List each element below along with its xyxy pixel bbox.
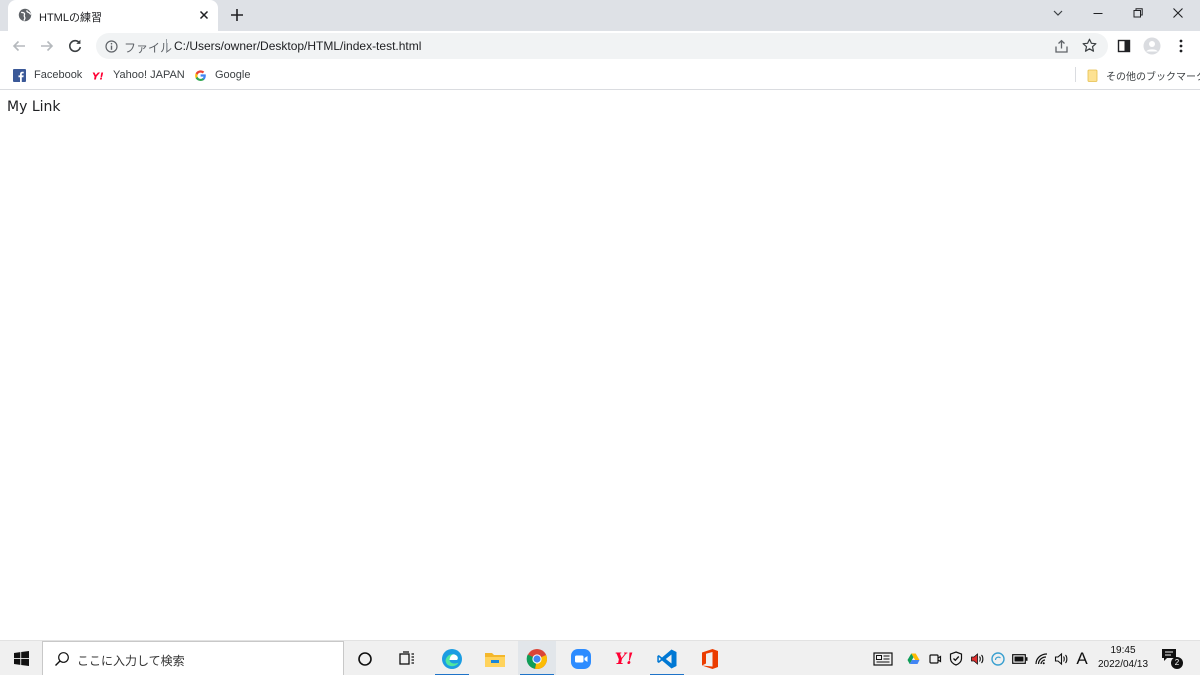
taskbar-zoom[interactable] bbox=[562, 641, 600, 675]
tab-active[interactable]: HTMLの練習 bbox=[8, 0, 218, 31]
tab-search-button[interactable] bbox=[1038, 0, 1078, 26]
avatar-icon bbox=[1143, 37, 1161, 55]
tray-speaker[interactable] bbox=[969, 650, 985, 667]
folder-icon bbox=[485, 652, 505, 667]
side-panel-icon bbox=[1117, 39, 1131, 53]
other-bookmarks-label: その他のブックマーク bbox=[1106, 71, 1200, 83]
windows-logo-icon bbox=[13, 651, 29, 666]
vscode-icon bbox=[657, 649, 677, 668]
new-tab-icon[interactable] bbox=[229, 7, 245, 23]
taskbar-chrome[interactable] bbox=[518, 641, 556, 675]
folder-icon bbox=[1087, 69, 1098, 82]
clock-date: 2022/04/13 bbox=[1097, 659, 1149, 670]
tray-ime-indicator[interactable]: A bbox=[1073, 649, 1091, 668]
bookmark-label: Yahoo! JAPAN bbox=[113, 69, 185, 81]
svg-text:Y!: Y! bbox=[92, 71, 104, 82]
arrow-right-icon bbox=[41, 40, 54, 52]
battery-icon bbox=[1012, 653, 1028, 664]
wifi-icon bbox=[1034, 653, 1047, 665]
address-bar[interactable]: ファイル C:/Users/owner/Desktop/HTML/index-t… bbox=[96, 33, 1108, 59]
bookmarks-bar: Facebook Y! Yahoo! JAPAN Google その他のブックマ… bbox=[0, 61, 1200, 90]
office-icon bbox=[702, 648, 718, 669]
url-text[interactable]: C:/Users/owner/Desktop/HTML/index-test.h… bbox=[174, 39, 421, 53]
clock-time: 19:45 bbox=[1110, 645, 1136, 656]
bookmarks-separator bbox=[1075, 67, 1076, 82]
facebook-icon bbox=[13, 68, 26, 82]
shield-icon bbox=[949, 651, 963, 666]
zoom-icon bbox=[571, 648, 591, 669]
cortana-icon bbox=[358, 651, 372, 666]
start-button[interactable] bbox=[0, 641, 42, 675]
tab-strip: HTMLの練習 bbox=[0, 0, 1200, 31]
tray-edge-app[interactable] bbox=[990, 650, 1006, 667]
refresh-circle-icon bbox=[991, 651, 1005, 666]
action-center-button[interactable]: 2 bbox=[1160, 648, 1183, 670]
taskbar-file-explorer[interactable] bbox=[476, 641, 514, 675]
close-icon bbox=[1173, 8, 1183, 18]
back-button[interactable] bbox=[10, 37, 28, 55]
kebab-menu-icon bbox=[1179, 39, 1183, 53]
reload-button[interactable] bbox=[66, 37, 84, 55]
task-view-icon bbox=[399, 650, 414, 665]
tray-security[interactable] bbox=[948, 650, 964, 667]
browser-toolbar: ファイル C:/Users/owner/Desktop/HTML/index-t… bbox=[0, 31, 1200, 61]
yahoo-icon: Y! bbox=[92, 71, 104, 82]
tray-network[interactable] bbox=[1034, 650, 1050, 667]
arrow-left-icon bbox=[12, 40, 25, 52]
minimize-button[interactable] bbox=[1078, 0, 1118, 26]
search-placeholder: ここに入力して検索 bbox=[77, 654, 185, 668]
close-tab-icon[interactable] bbox=[197, 8, 211, 22]
menu-button[interactable] bbox=[1172, 37, 1190, 55]
page-viewport: My Link bbox=[0, 91, 1200, 640]
volume-icon bbox=[1054, 652, 1067, 665]
address-separator bbox=[166, 39, 167, 53]
taskbar-edge[interactable] bbox=[433, 641, 471, 675]
chevron-down-icon bbox=[1053, 10, 1063, 16]
taskbar-yahoo[interactable]: Y! bbox=[605, 641, 643, 675]
bookmark-yahoo-japan[interactable]: Y! Yahoo! JAPAN bbox=[92, 67, 185, 83]
bookmark-google[interactable]: Google bbox=[194, 67, 250, 83]
my-link[interactable]: My Link bbox=[7, 99, 60, 115]
taskbar-office[interactable] bbox=[691, 641, 729, 675]
restore-button[interactable] bbox=[1118, 0, 1158, 26]
google-icon bbox=[195, 69, 206, 81]
minimize-icon bbox=[1093, 13, 1103, 14]
bookmark-star-icon[interactable] bbox=[1082, 38, 1097, 53]
other-bookmarks-folder[interactable]: その他のブックマーク bbox=[1086, 67, 1200, 83]
notification-count: 2 bbox=[1171, 657, 1183, 669]
share-icon[interactable] bbox=[1054, 39, 1069, 54]
yahoo-icon: Y! bbox=[614, 649, 634, 668]
reload-icon bbox=[69, 39, 82, 53]
bookmark-facebook[interactable]: Facebook bbox=[13, 67, 82, 83]
globe-icon bbox=[18, 8, 32, 22]
taskbar-vscode[interactable] bbox=[648, 641, 686, 675]
news-icon bbox=[873, 651, 893, 666]
restore-icon bbox=[1133, 8, 1143, 18]
windows-taskbar: ここに入力して検索 Y! A 19:45 2022/04/13 2 bbox=[0, 640, 1200, 675]
profile-button[interactable] bbox=[1143, 37, 1161, 55]
edge-icon bbox=[442, 648, 462, 669]
tab-title: HTMLの練習 bbox=[39, 12, 102, 24]
tray-news-widget[interactable] bbox=[872, 650, 894, 667]
bookmark-label: Facebook bbox=[34, 69, 83, 81]
file-scheme-label: ファイル bbox=[124, 41, 173, 55]
tray-meet-now[interactable] bbox=[927, 650, 943, 667]
camera-icon bbox=[929, 653, 942, 664]
cortana-button[interactable] bbox=[346, 641, 384, 675]
tray-google-drive[interactable] bbox=[905, 650, 921, 667]
info-icon[interactable] bbox=[105, 40, 118, 53]
close-window-button[interactable] bbox=[1158, 0, 1198, 26]
side-panel-button[interactable] bbox=[1115, 37, 1133, 55]
google-drive-icon bbox=[907, 653, 919, 664]
tray-volume[interactable] bbox=[1053, 650, 1069, 667]
speaker-icon bbox=[970, 652, 983, 665]
taskbar-search[interactable]: ここに入力して検索 bbox=[42, 641, 344, 675]
task-view-button[interactable] bbox=[389, 641, 427, 675]
taskbar-clock[interactable]: 19:45 2022/04/13 bbox=[1093, 644, 1153, 672]
bookmark-label: Google bbox=[215, 69, 251, 81]
forward-button[interactable] bbox=[38, 37, 56, 55]
chrome-icon bbox=[526, 648, 547, 669]
search-icon bbox=[55, 652, 69, 666]
tray-battery[interactable] bbox=[1011, 650, 1029, 667]
